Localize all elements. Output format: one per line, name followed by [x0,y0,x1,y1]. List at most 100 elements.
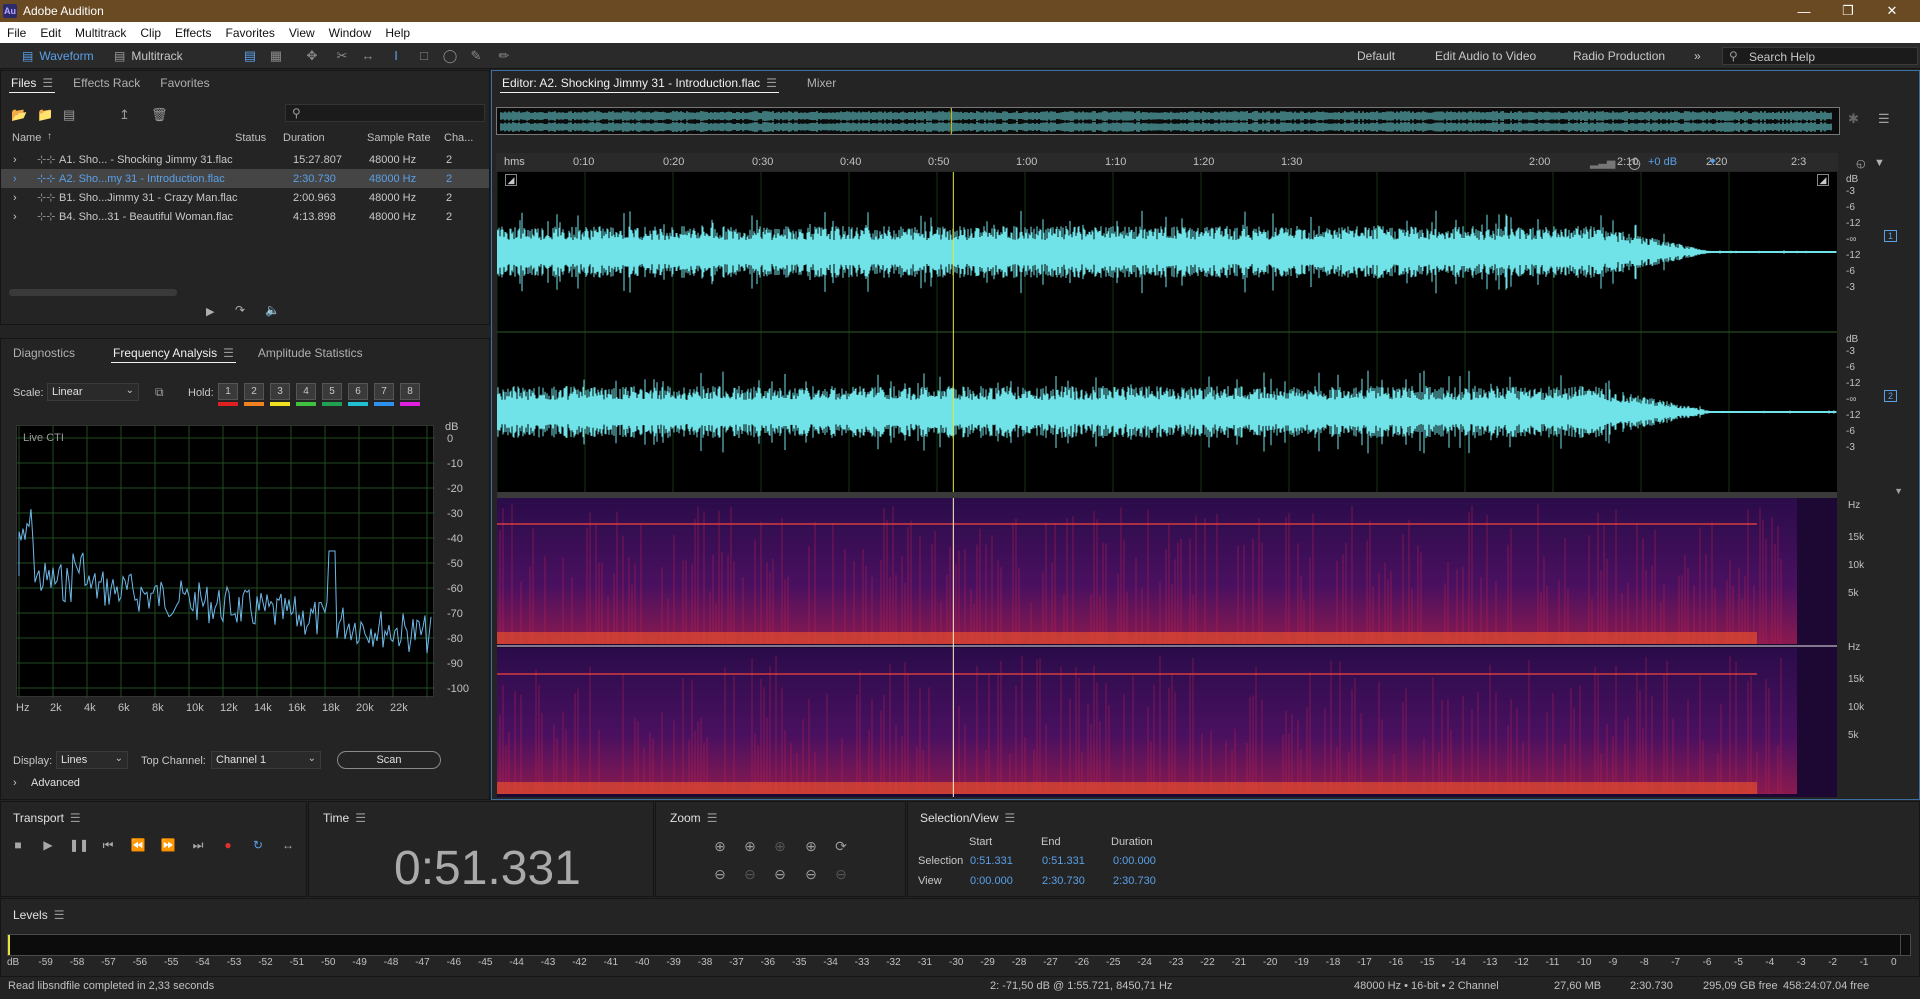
minimize-icon[interactable]: — [1784,0,1824,22]
zoom-out-time-icon[interactable]: ⊖ [741,865,759,883]
workspace-edit-audio-to-video[interactable]: Edit Audio to Video [1435,49,1536,63]
view-start[interactable]: 0:00.000 [970,875,1013,887]
menu-clip[interactable]: Clip [133,26,168,40]
tab-effects-rack[interactable]: Effects Rack [63,71,150,95]
spectral-display-icon[interactable]: ▦ [268,49,284,63]
corner-zoom-icon[interactable]: ◢ [505,174,517,186]
marquee-tool-icon[interactable]: □ [416,49,432,63]
chevron-right-icon[interactable]: › [13,777,17,789]
search-help-field[interactable]: ⚲ Search Help [1722,47,1918,65]
hold-button-8[interactable]: 8 [400,383,420,400]
pause-icon[interactable]: ❚❚ [69,836,89,854]
skip-to-start-icon[interactable]: ⏮ [99,836,117,854]
view-duration[interactable]: 2:30.730 [1113,875,1156,887]
new-file-icon[interactable]: ▤ [63,107,75,123]
overview-navigator[interactable] [496,107,1840,135]
zoom-in-amplitude-icon[interactable]: ⊕ [711,837,729,855]
zoom-reset-icon[interactable]: ⊖ [832,865,850,883]
insert-into-multitrack-icon[interactable]: ↥ [119,107,130,123]
play-preview-icon[interactable]: ▶ [206,305,214,318]
menu-window[interactable]: Window [322,26,379,40]
menu-edit[interactable]: Edit [33,26,68,40]
brush-tool-icon[interactable]: ✎ [468,49,484,63]
multitrack-view-button[interactable]: ▤ Multitrack [114,47,183,65]
move-tool-icon[interactable]: ✥ [304,49,320,63]
zoom-in-time-icon[interactable]: ⊕ [741,837,759,855]
display-dropdown[interactable]: Lines ⌄ [56,751,128,769]
spectral-display[interactable] [497,498,1837,797]
expand-icon[interactable]: › [13,192,17,204]
hud-gain[interactable]: +0 dB [1648,156,1677,168]
view-end[interactable]: 2:30.730 [1042,875,1085,887]
table-row[interactable]: › ⊹⊹ A2. Sho...my 31 - Introduction.flac… [1,169,489,188]
zoom-in-point-icon[interactable]: ⊕ [802,837,820,855]
files-search-input[interactable]: ⚲ [285,104,485,122]
tab-mixer[interactable]: Mixer [797,71,846,95]
zoom-out-point-icon[interactable]: ⊖ [802,865,820,883]
col-name[interactable]: Name [12,132,41,144]
menu-view[interactable]: View [282,26,322,40]
panel-menu-icon[interactable]: ☰ [70,811,81,825]
skip-selection-icon[interactable]: ↔ [279,836,297,854]
pin-hud-icon[interactable]: ✦ [1708,155,1717,168]
waveform-display-icon[interactable]: ▤ [242,49,258,63]
col-duration[interactable]: Duration [283,132,325,144]
tab-favorites[interactable]: Favorites [150,71,219,95]
toggle-view-icon[interactable]: ☰ [1878,111,1890,127]
selection-start[interactable]: 0:51.331 [970,855,1013,867]
expand-icon[interactable]: › [13,173,17,185]
open-file-icon[interactable]: 📂 [11,107,27,123]
rewind-icon[interactable]: ⏪ [129,836,147,854]
table-row[interactable]: › ⊹⊹ B1. Sho...Jimmy 31 - Crazy Man.flac… [1,188,489,207]
col-sample-rate[interactable]: Sample Rate [367,132,431,144]
panel-menu-icon[interactable]: ☰ [355,811,366,825]
hold-button-2[interactable]: 2 [244,383,264,400]
waveform-display[interactable]: ◢ ◢ [497,172,1837,492]
tab-frequency-analysis[interactable]: Frequency Analysis ☰ [103,341,244,365]
scale-dropdown[interactable]: Linear ⌄ [47,383,139,401]
panel-menu-icon[interactable]: ☰ [1005,811,1016,825]
selection-end[interactable]: 0:51.331 [1042,855,1085,867]
fast-forward-icon[interactable]: ⏩ [159,836,177,854]
menu-effects[interactable]: Effects [168,26,218,40]
advanced-toggle[interactable]: Advanced [31,777,80,789]
col-channels[interactable]: Cha... [444,132,473,144]
hold-button-4[interactable]: 4 [296,383,316,400]
zoom-out-full-icon[interactable]: ⊖ [771,865,789,883]
horizontal-scrollbar[interactable] [9,289,177,296]
lasso-tool-icon[interactable]: ◯ [442,49,458,63]
table-row[interactable]: › ⊹⊹ A1. Sho... - Shocking Jimmy 31.flac… [1,150,489,169]
menu-multitrack[interactable]: Multitrack [68,26,133,40]
expand-icon[interactable]: › [13,154,17,166]
zoom-to-selection-icon[interactable]: ⊕ [771,837,789,855]
hold-button-6[interactable]: 6 [348,383,368,400]
menu-help[interactable]: Help [378,26,417,40]
loop-playback-icon[interactable]: ↻ [249,836,267,854]
delete-icon[interactable]: 🗑 [151,107,168,123]
slip-tool-icon[interactable]: ↔ [360,49,376,63]
panel-menu-icon[interactable]: ☰ [707,811,718,825]
skip-to-end-icon[interactable]: ⏭ [189,836,207,854]
col-status[interactable]: Status [235,132,266,144]
tab-amplitude-statistics[interactable]: Amplitude Statistics [248,341,373,365]
top-channel-dropdown[interactable]: Channel 1 ⌄ [211,751,321,769]
hold-button-7[interactable]: 7 [374,383,394,400]
panel-menu-icon[interactable]: ☰ [42,71,53,95]
selection-duration[interactable]: 0:00.000 [1113,855,1156,867]
zoom-out-amplitude-icon[interactable]: ⊖ [711,865,729,883]
hold-button-1[interactable]: 1 [218,383,238,400]
gain-knob-icon[interactable]: ◷ [1628,154,1641,172]
record-icon[interactable]: ● [219,836,237,854]
close-icon[interactable]: ✕ [1872,0,1912,22]
panel-menu-icon[interactable]: ☰ [54,908,65,922]
spot-healing-tool-icon[interactable]: ✏ [496,49,512,63]
hold-button-5[interactable]: 5 [322,383,342,400]
more-workspaces-button[interactable]: » [1694,49,1701,63]
hold-options-icon[interactable]: ⧉ [155,385,164,400]
play-icon[interactable]: ▶ [39,836,57,854]
loop-preview-icon[interactable]: ↷ [235,303,245,317]
zoom-navigator-icon[interactable]: ✱ [1848,111,1859,127]
channel-badge[interactable]: 1 [1884,230,1898,242]
tab-editor[interactable]: Editor: A2. Shocking Jimmy 31 - Introduc… [492,71,787,95]
corner-zoom-icon[interactable]: ◢ [1817,174,1829,186]
